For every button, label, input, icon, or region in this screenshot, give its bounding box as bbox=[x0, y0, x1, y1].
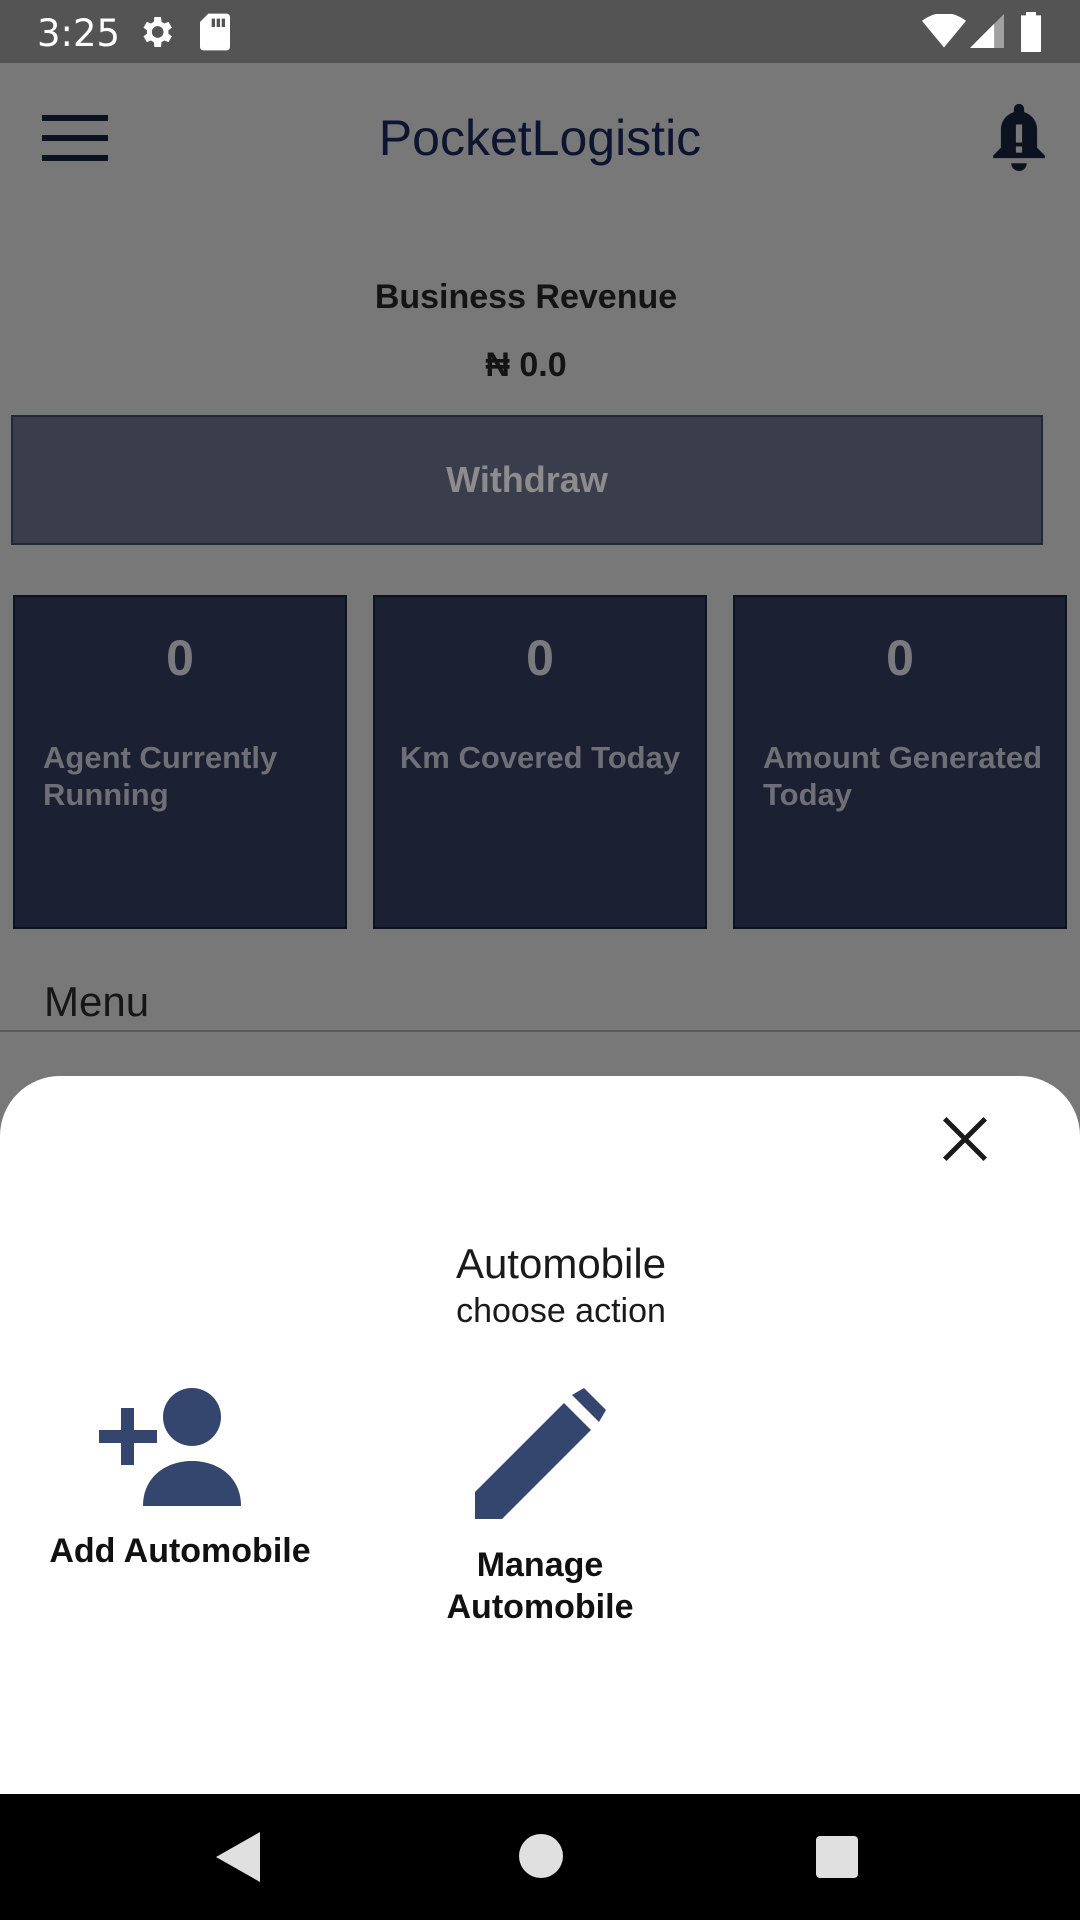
navigation-bar bbox=[0, 1794, 1080, 1920]
app-bar: PocketLogistic bbox=[0, 63, 1080, 213]
manage-automobile-label: Manage Automobile bbox=[446, 1546, 634, 1626]
pencil-icon bbox=[475, 1388, 606, 1519]
bell-icon[interactable] bbox=[988, 103, 1050, 177]
sheet-title: Automobile bbox=[455, 1240, 667, 1287]
gear-icon bbox=[143, 17, 172, 47]
stat-card-amount[interactable]: 0 Amount Generated Today bbox=[733, 595, 1067, 929]
stat-label: Amount Generated Today bbox=[763, 740, 1043, 812]
stat-value: 0 bbox=[886, 630, 914, 686]
recent-apps-icon[interactable] bbox=[816, 1836, 858, 1878]
revenue-label: Business Revenue bbox=[374, 278, 678, 316]
home-icon[interactable] bbox=[519, 1834, 563, 1878]
add-person-icon bbox=[99, 1388, 241, 1506]
divider bbox=[0, 1030, 1080, 1032]
bottom-sheet: Automobile choose action Add Automobile … bbox=[0, 1076, 1080, 1794]
revenue-value: ₦ 0.0 bbox=[485, 346, 567, 384]
app-title: PocketLogistic bbox=[378, 110, 702, 166]
wifi-icon bbox=[922, 14, 966, 48]
add-automobile-button[interactable]: Add Automobile bbox=[30, 1388, 330, 1572]
cell-signal-icon bbox=[970, 14, 1004, 48]
menu-section-title: Menu bbox=[44, 978, 150, 1025]
sheet-subtitle: choose action bbox=[456, 1292, 666, 1330]
stat-card-agents[interactable]: 0 Agent Currently Running bbox=[13, 595, 347, 929]
sd-card-icon bbox=[200, 13, 230, 51]
status-time: 3:25 bbox=[37, 12, 121, 55]
close-icon[interactable] bbox=[938, 1112, 992, 1166]
stat-label: Km Covered Today bbox=[399, 740, 681, 775]
manage-automobile-button[interactable]: Manage Automobile bbox=[390, 1388, 690, 1628]
back-icon[interactable] bbox=[216, 1832, 260, 1882]
stat-label: Agent Currently Running bbox=[43, 740, 278, 812]
status-bar: 3:25 bbox=[0, 0, 1080, 63]
battery-icon bbox=[1021, 12, 1041, 52]
stat-value: 0 bbox=[526, 630, 554, 686]
withdraw-button[interactable]: Withdraw bbox=[11, 415, 1043, 545]
stat-card-km[interactable]: 0 Km Covered Today bbox=[373, 595, 707, 929]
add-automobile-label: Add Automobile bbox=[49, 1532, 311, 1570]
stat-value: 0 bbox=[166, 630, 194, 686]
